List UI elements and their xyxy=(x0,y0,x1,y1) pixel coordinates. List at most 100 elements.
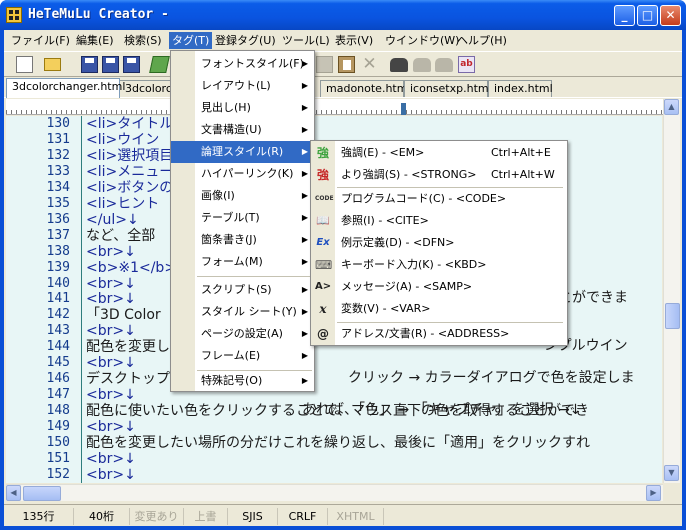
menu-view[interactable]: 表示(V) xyxy=(332,32,376,49)
scroll-left-arrow-icon[interactable]: ◀ xyxy=(6,485,21,501)
find-icon[interactable] xyxy=(390,58,408,72)
menu-tag[interactable]: タグ(T) xyxy=(169,32,213,49)
menu-help[interactable]: ヘルプ(H) xyxy=(454,32,510,49)
line-text: <li>ヒント xyxy=(86,195,160,212)
menu-item-kbd[interactable]: ⌨ キーボード入力(K) - <KBD> xyxy=(311,254,567,276)
menu-item-address[interactable]: @ アドレス/文書(R) - <ADDRESS> xyxy=(311,323,567,345)
menu-window[interactable]: ウインドウ(W) xyxy=(382,32,462,49)
scroll-up-arrow-icon[interactable]: ▲ xyxy=(664,99,679,115)
menu-item-label: より強調(S) - <STRONG> xyxy=(341,168,477,181)
tab-iconsetxp[interactable]: iconsetxp.html xyxy=(404,80,492,97)
line-number: 151 xyxy=(46,450,70,466)
editor-line[interactable]: 151 <br>↓ xyxy=(6,451,662,467)
menu-item-table[interactable]: テーブル(T) ▶ xyxy=(171,207,314,229)
save-icon[interactable] xyxy=(81,56,98,73)
menu-item-image[interactable]: 画像(I) ▶ xyxy=(171,185,314,207)
at-sign-icon: @ xyxy=(317,327,329,341)
save-as-icon[interactable] xyxy=(102,56,119,73)
menu-item-page-settings[interactable]: ページの設定(A) ▶ xyxy=(171,323,314,345)
app-logo-icon xyxy=(6,7,22,23)
horizontal-scrollbar[interactable]: ◀ ▶ xyxy=(6,484,663,501)
scroll-down-arrow-icon[interactable]: ▼ xyxy=(664,465,679,481)
editor-line[interactable]: 150 配色を変更したい場所の分だけこれを繰り返し、最後に「適用」をクリックすれ xyxy=(6,435,662,451)
find-next-icon[interactable] xyxy=(435,58,453,72)
editor-line[interactable]: 152 <br>↓ xyxy=(6,467,662,483)
tab-3dcolorch[interactable]: 3dcolorch xyxy=(119,80,179,97)
menu-item-label: 変数(V) - <VAR> xyxy=(341,302,431,315)
line-text: <br>↓ xyxy=(86,275,136,292)
find-previous-icon[interactable] xyxy=(413,58,431,72)
menu-item-label: 例示定義(D) - <DFN> xyxy=(341,236,455,249)
menu-file[interactable]: ファイル(F) xyxy=(8,32,73,49)
line-number: 138 xyxy=(46,243,70,259)
open-folder-icon[interactable] xyxy=(44,58,61,71)
menu-item-layout[interactable]: レイアウト(L) ▶ xyxy=(171,75,314,97)
menu-item-code[interactable]: CODE プログラムコード(C) - <CODE> xyxy=(311,188,567,210)
menu-item-strong[interactable]: 強 より強調(S) - <STRONG> Ctrl+Alt+W xyxy=(311,164,567,186)
menu-item-style-sheet[interactable]: スタイル シート(Y) ▶ xyxy=(171,301,314,323)
title-bar[interactable]: HeTeMuLu Creator - _ □ ✕ xyxy=(0,0,686,30)
delete-icon[interactable]: ✕ xyxy=(361,56,378,73)
example-icon: Ex xyxy=(316,237,330,248)
submenu-arrow-icon: ▶ xyxy=(301,191,308,200)
line-number: 132 xyxy=(46,147,70,163)
window-title: HeTeMuLu Creator - xyxy=(28,7,169,22)
line-text: <li>ボタンの xyxy=(86,179,174,196)
book-icon[interactable] xyxy=(149,56,170,73)
tab-index[interactable]: index.html xyxy=(488,80,553,97)
keyboard-icon: ⌨ xyxy=(315,258,333,272)
menu-registered-tag[interactable]: 登録タグ(U) xyxy=(212,32,279,49)
menu-item-form[interactable]: フォーム(M) ▶ xyxy=(171,251,314,273)
menu-item-samp[interactable]: A> メッセージ(A) - <SAMP> xyxy=(311,276,567,298)
menu-item-var[interactable]: x 変数(V) - <VAR> xyxy=(311,298,567,320)
overflow-text-146: あれば、「色」 → 「キャプチャ」を選択 →↓ xyxy=(302,402,582,418)
horizontal-scroll-thumb[interactable] xyxy=(23,486,61,501)
menu-item-list[interactable]: 箇条書き(J) ▶ xyxy=(171,229,314,251)
menu-item-frame[interactable]: フレーム(E) ▶ xyxy=(171,345,314,367)
vertical-scroll-thumb[interactable] xyxy=(665,303,680,329)
line-text: <br>↓ xyxy=(86,323,136,340)
menu-item-dfn[interactable]: Ex 例示定義(D) - <DFN> xyxy=(311,232,567,254)
tab-3dcolorchanger[interactable]: 3dcolorchanger.html xyxy=(6,78,125,98)
menu-edit[interactable]: 編集(E) xyxy=(73,32,117,49)
save-all-icon[interactable] xyxy=(123,56,140,73)
menu-item-label: フレーム(E) xyxy=(201,349,261,362)
menu-item-script[interactable]: スクリプト(S) ▶ xyxy=(171,279,314,301)
line-text: <br>↓ xyxy=(86,355,136,372)
menu-item-cite[interactable]: 📖 参照(I) - <CITE> xyxy=(311,210,567,232)
line-text: <br>↓ xyxy=(86,387,136,404)
menu-item-special-symbols[interactable]: 特殊記号(O) ▶ xyxy=(171,370,314,392)
tab-madonote[interactable]: madonote.html xyxy=(320,80,411,97)
menu-item-label: レイアウト(L) xyxy=(201,79,271,92)
editor-line[interactable]: 149 <br>↓ xyxy=(6,419,662,435)
new-file-icon[interactable] xyxy=(16,56,33,73)
menu-item-hyperlink[interactable]: ハイパーリンク(K) ▶ xyxy=(171,163,314,185)
menu-item-label: 画像(I) xyxy=(201,189,235,202)
line-number: 150 xyxy=(46,435,70,450)
menu-search[interactable]: 検索(S) xyxy=(121,32,165,49)
line-text: <br>↓ xyxy=(86,243,136,260)
vertical-scrollbar[interactable]: ▲ ▼ xyxy=(663,99,680,483)
status-doctype: XHTML xyxy=(328,508,384,525)
line-number: 141 xyxy=(46,291,70,307)
paste-icon[interactable] xyxy=(338,56,355,73)
line-text: <br>↓ xyxy=(86,291,136,308)
editor-line[interactable]: 130 <li>タイトル xyxy=(6,116,662,132)
editor-line[interactable]: 145 <br>↓ xyxy=(6,355,662,371)
menu-item-heading[interactable]: 見出し(H) ▶ xyxy=(171,97,314,119)
menu-item-font-style[interactable]: フォントスタイル(F) ▶ xyxy=(171,53,314,75)
maximize-button[interactable]: □ xyxy=(637,5,658,26)
menu-item-em[interactable]: 強 強調(E) - <EM> Ctrl+Alt+E xyxy=(311,142,567,164)
editor-line[interactable]: 147 <br>↓ xyxy=(6,387,662,403)
menu-item-document-structure[interactable]: 文書構造(U) ▶ xyxy=(171,119,314,141)
line-number: 131 xyxy=(46,131,70,147)
replace-icon[interactable]: ab xyxy=(458,56,475,73)
close-button[interactable]: ✕ xyxy=(660,5,681,26)
menu-tools[interactable]: ツール(L) xyxy=(279,32,333,49)
menu-item-label: テーブル(T) xyxy=(201,211,260,224)
scroll-right-arrow-icon[interactable]: ▶ xyxy=(646,485,661,501)
line-text: </ul>↓ xyxy=(86,211,139,228)
menu-item-logical-style[interactable]: 論理スタイル(R) ▶ xyxy=(171,141,314,163)
minimize-button[interactable]: _ xyxy=(614,5,635,26)
copy-icon[interactable] xyxy=(316,56,333,73)
